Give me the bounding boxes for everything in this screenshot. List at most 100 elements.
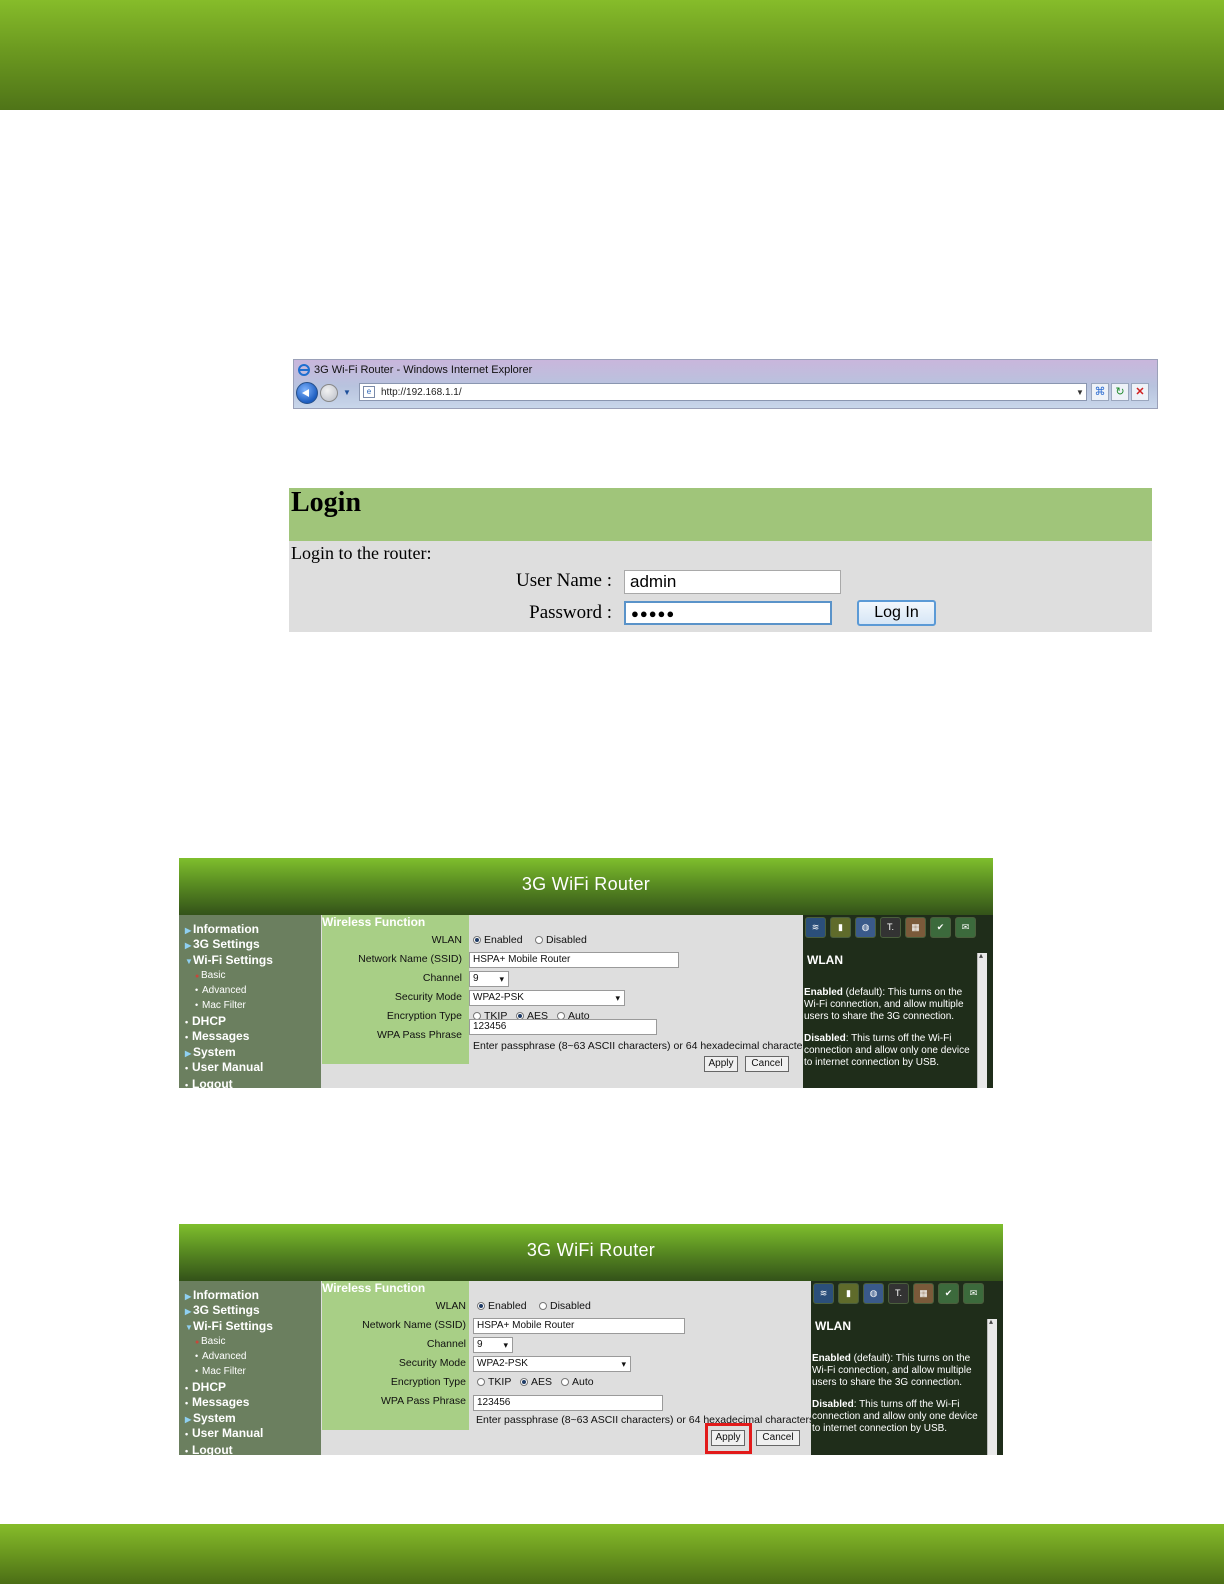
back-button[interactable] bbox=[296, 382, 318, 404]
arrow-right-icon: ▶ bbox=[185, 926, 192, 935]
arrow-down-icon: ▼ bbox=[185, 1323, 193, 1332]
ssid-label: Network Name (SSID) bbox=[362, 1319, 466, 1331]
arrow-right-icon: ▶ bbox=[185, 1415, 192, 1424]
help-disabled-text: Disabled: This turns off the Wi-Fi conne… bbox=[804, 1033, 970, 1068]
router-title: 3G WiFi Router bbox=[526, 1240, 656, 1260]
sms-check-icon: ✔ bbox=[938, 1283, 959, 1304]
apply-button[interactable]: Apply bbox=[704, 1056, 738, 1072]
ie-nav-buttons: ▼ bbox=[296, 381, 352, 405]
connected-icon: ✉ bbox=[955, 917, 976, 938]
nav-messages[interactable]: • Messages bbox=[185, 1395, 249, 1409]
apply-highlight-box bbox=[705, 1423, 752, 1454]
connected-icon: ✉ bbox=[963, 1283, 984, 1304]
bullet-icon: • bbox=[195, 1000, 199, 1010]
nav-dhcp[interactable]: • DHCP bbox=[185, 1380, 226, 1394]
nav-wifi-settings[interactable]: ▼Wi-Fi Settings bbox=[185, 953, 273, 967]
nav-3g-settings[interactable]: ▶ 3G Settings bbox=[185, 937, 260, 951]
bullet-icon: • bbox=[195, 985, 199, 995]
nav-system[interactable]: ▶ System bbox=[185, 1045, 236, 1059]
help-scrollbar[interactable] bbox=[977, 951, 987, 1088]
nav-messages[interactable]: • Messages bbox=[185, 1029, 249, 1043]
arrow-right-icon: ▶ bbox=[185, 1292, 192, 1301]
router-panel-2: 3G WiFi Router ▶ Information ▶ 3G Settings… bbox=[179, 1224, 1003, 1455]
help-scrollbar[interactable] bbox=[987, 1317, 997, 1455]
username-label: User Name : bbox=[515, 570, 612, 591]
login-subtitle: Login to the router: bbox=[291, 543, 432, 563]
nav-dhcp[interactable]: • DHCP bbox=[185, 1014, 226, 1028]
history-dropdown-icon[interactable]: ▼ bbox=[342, 388, 352, 398]
nav-user-manual[interactable]: • User Manual bbox=[185, 1426, 263, 1440]
radio-icon[interactable] bbox=[561, 1378, 569, 1386]
wlan-enabled-option[interactable]: Enabled bbox=[473, 934, 523, 946]
wpa-passphrase-input[interactable]: 123456 bbox=[469, 1019, 657, 1035]
nav-logout[interactable]: • Logout bbox=[185, 1077, 233, 1088]
enc-auto-option[interactable]: Auto bbox=[561, 1376, 594, 1388]
bullet-icon: • bbox=[185, 1446, 189, 1455]
ie-title-bar: 3G Wi-Fi Router - Windows Internet Explo… bbox=[298, 362, 532, 378]
encryption-type-label: Encryption Type bbox=[390, 1376, 466, 1388]
channel-select[interactable]: 9 bbox=[473, 1337, 513, 1353]
nav-basic[interactable]: ● Basic bbox=[195, 970, 225, 981]
bullet-icon: • bbox=[185, 1383, 189, 1393]
radio-icon[interactable] bbox=[539, 1302, 547, 1310]
passphrase-hint: Enter passphrase (8~63 ASCII characters)… bbox=[476, 1414, 815, 1426]
channel-label: Channel bbox=[422, 972, 462, 984]
radio-icon[interactable] bbox=[477, 1378, 485, 1386]
arrow-down-icon: ▼ bbox=[185, 957, 193, 966]
nav-information[interactable]: ▶ Information bbox=[185, 922, 259, 936]
address-bar[interactable]: e http://192.168.1.1/ ▼ bbox=[359, 383, 1087, 401]
wlan-disabled-option[interactable]: Disabled bbox=[535, 934, 587, 946]
form-section-title: Wireless Function bbox=[322, 1281, 426, 1295]
nav-3g-settings[interactable]: ▶ 3G Settings bbox=[185, 1303, 260, 1317]
router-header: 3G WiFi Router bbox=[179, 858, 993, 915]
status-icons: ≋ ▮ ◍ T. ▦ ✔ ✉ bbox=[805, 917, 980, 938]
wpa-passphrase-input[interactable]: 123456 bbox=[473, 1395, 663, 1411]
ssid-input[interactable]: HSPA+ Mobile Router bbox=[469, 952, 679, 968]
enc-tkip-option[interactable]: TKIP bbox=[477, 1376, 511, 1388]
sim-icon: ▦ bbox=[905, 917, 926, 938]
username-input[interactable]: admin bbox=[624, 570, 841, 594]
login-panel: Login Login to the router: User Name : a… bbox=[289, 488, 1152, 632]
radio-icon[interactable] bbox=[535, 936, 543, 944]
stop-button[interactable]: ✕ bbox=[1131, 383, 1149, 401]
wlan-label: WLAN bbox=[431, 934, 462, 946]
ssid-input[interactable]: HSPA+ Mobile Router bbox=[473, 1318, 685, 1334]
login-header: Login bbox=[289, 488, 1152, 541]
enc-aes-option[interactable]: AES bbox=[520, 1376, 552, 1388]
wifi-signal-icon: ≋ bbox=[805, 917, 826, 938]
channel-select[interactable]: 9 bbox=[469, 971, 509, 987]
nav-wifi-settings[interactable]: ▼Wi-Fi Settings bbox=[185, 1319, 273, 1333]
nav-advanced[interactable]: • Advanced bbox=[195, 985, 246, 996]
security-mode-select[interactable]: WPA2-PSK bbox=[469, 990, 625, 1006]
ie-logo-icon bbox=[298, 364, 310, 376]
nav-mac-filter[interactable]: • Mac Filter bbox=[195, 1000, 246, 1011]
wifi-signal-icon: ≋ bbox=[813, 1283, 834, 1304]
address-url[interactable]: http://192.168.1.1/ bbox=[381, 387, 1074, 398]
address-dropdown-icon[interactable]: ▼ bbox=[1074, 388, 1086, 397]
radio-selected-icon[interactable] bbox=[473, 936, 481, 944]
sim-icon: ▦ bbox=[913, 1283, 934, 1304]
wlan-enabled-option[interactable]: Enabled bbox=[477, 1300, 527, 1312]
nav-basic[interactable]: ● Basic bbox=[195, 1336, 225, 1347]
cancel-button[interactable]: Cancel bbox=[745, 1056, 789, 1072]
battery-icon: ▮ bbox=[838, 1283, 859, 1304]
nav-advanced[interactable]: • Advanced bbox=[195, 1351, 246, 1362]
security-mode-select[interactable]: WPA2-PSK bbox=[473, 1356, 631, 1372]
nav-mac-filter[interactable]: • Mac Filter bbox=[195, 1366, 246, 1377]
forward-button[interactable] bbox=[320, 384, 338, 402]
login-button[interactable]: Log In bbox=[857, 600, 936, 626]
help-title: WLAN bbox=[807, 953, 843, 967]
nav-logout[interactable]: • Logout bbox=[185, 1443, 233, 1455]
password-input[interactable]: ●●●●● bbox=[624, 601, 832, 625]
compatibility-view-button[interactable]: ⌘ bbox=[1091, 383, 1109, 401]
refresh-button[interactable]: ↻ bbox=[1111, 383, 1129, 401]
radio-selected-icon[interactable] bbox=[477, 1302, 485, 1310]
nav-system[interactable]: ▶ System bbox=[185, 1411, 236, 1425]
cancel-button[interactable]: Cancel bbox=[756, 1430, 800, 1446]
nav-user-manual[interactable]: • User Manual bbox=[185, 1060, 263, 1074]
wlan-disabled-option[interactable]: Disabled bbox=[539, 1300, 591, 1312]
radio-selected-icon[interactable] bbox=[520, 1378, 528, 1386]
bullet-icon: • bbox=[195, 1351, 199, 1361]
nav-information[interactable]: ▶ Information bbox=[185, 1288, 259, 1302]
passphrase-hint: Enter passphrase (8~63 ASCII characters)… bbox=[473, 1040, 812, 1052]
